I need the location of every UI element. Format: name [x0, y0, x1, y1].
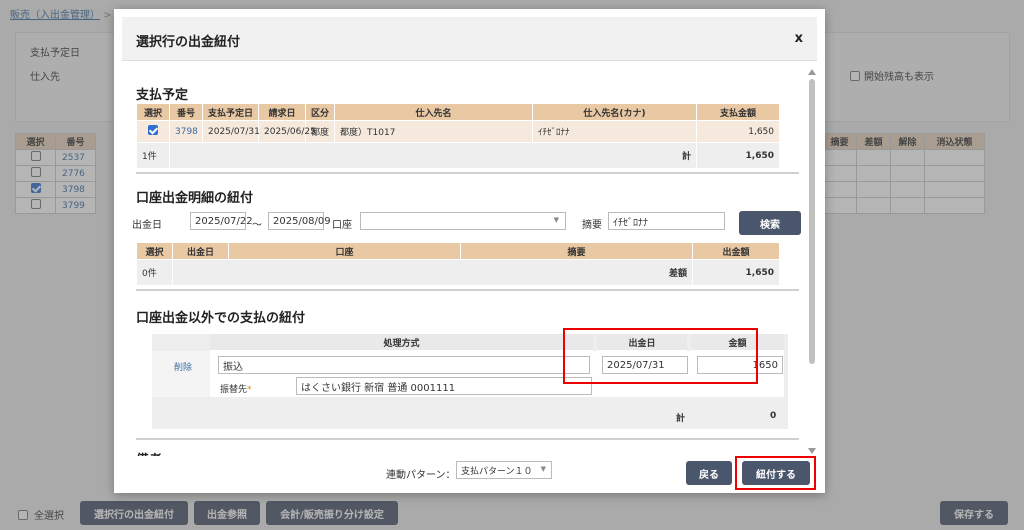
- col-select: 選択: [136, 103, 170, 121]
- schedule-section-title: 支払予定: [136, 88, 189, 103]
- col-memo: 摘要: [460, 242, 693, 260]
- link-modal: 選択行の出金紐付 x 支払予定 選択 番号 支払予定日 請求日 区分 仕入先名 …: [114, 9, 825, 493]
- date-from-input[interactable]: 2025/07/22: [190, 212, 253, 230]
- dest-input[interactable]: はくさい銀行 新宿 普通 0001111: [296, 377, 592, 395]
- col-account: 口座: [228, 242, 461, 260]
- col-vendor: 仕入先名: [334, 103, 533, 121]
- date-to-input[interactable]: 2025/08/09: [268, 212, 331, 230]
- schedule-count: 1件: [136, 142, 170, 169]
- col-vendor-kana: 仕入先名(カナ): [532, 103, 697, 121]
- scroll-up-icon[interactable]: [808, 69, 816, 75]
- col-number: 番号: [169, 103, 203, 121]
- other-section-title: 口座出金以外での支払の紐付: [136, 311, 306, 326]
- account-summary-row: 0件 差額 1,650: [136, 259, 780, 286]
- col-amount: 支払金額: [696, 103, 780, 121]
- memo-input[interactable]: ｲﾁｾﾞﾛﾅﾅ: [608, 212, 725, 230]
- row-amount: 1,650: [696, 120, 780, 143]
- withdraw-date-label: 出金日: [132, 220, 162, 231]
- account-section-title: 口座出金明細の紐付: [136, 191, 254, 206]
- modal-title: 選択行の出金紐付: [136, 35, 241, 50]
- row-vendor-kana: ｲﾁｾﾞﾛﾅﾅ: [532, 120, 697, 143]
- back-button[interactable]: 戻る: [686, 461, 732, 485]
- col-select: 選択: [136, 242, 173, 260]
- notes-section-title: 備考: [136, 449, 162, 456]
- pattern-select[interactable]: 支払パターン１０: [456, 461, 552, 479]
- schedule-total-label: 計: [169, 142, 697, 169]
- account-count: 0件: [136, 259, 173, 286]
- account-select[interactable]: [360, 212, 566, 230]
- scrollbar[interactable]: [807, 69, 817, 454]
- account-table: 選択 出金日 口座 摘要 出金額 0件 差額 1,650: [136, 242, 780, 286]
- modal-header: 選択行の出金紐付 x: [122, 17, 817, 61]
- col-pay-date: 支払予定日: [202, 103, 259, 121]
- row-invoice-date: 2025/06/25: [258, 120, 316, 143]
- method-input[interactable]: 振込: [218, 356, 590, 374]
- scroll-down-icon[interactable]: [808, 448, 816, 454]
- section-divider: [136, 289, 799, 291]
- delete-cell: [152, 351, 210, 397]
- other-total: 0: [770, 411, 777, 421]
- highlight-box: [735, 456, 816, 490]
- close-icon[interactable]: x: [795, 31, 803, 46]
- col-invoice-date: 請求日: [258, 103, 306, 121]
- col-withdraw-amount: 出金額: [692, 242, 780, 260]
- col-withdraw-date: 出金日: [172, 242, 229, 260]
- other-total-label: 計: [676, 414, 686, 424]
- schedule-summary-row: 1件 計 1,650: [136, 142, 780, 169]
- row-vendor: 都度）T1017: [334, 120, 533, 143]
- section-divider: [136, 438, 799, 440]
- row-pay-date: 2025/07/31: [202, 120, 260, 143]
- schedule-table: 選択 番号 支払予定日 請求日 区分 仕入先名 仕入先名(カナ) 支払金額 37…: [136, 103, 780, 169]
- account-label: 口座: [332, 220, 352, 231]
- delete-link[interactable]: 削除: [174, 360, 192, 373]
- section-divider: [136, 172, 799, 174]
- col-method: 処理方式: [210, 334, 593, 351]
- row-number-link[interactable]: 3798: [175, 127, 198, 137]
- dest-label-text: 振替先: [220, 385, 248, 395]
- diff-label: 差額: [172, 259, 693, 286]
- dest-label: 振替先*: [220, 382, 252, 395]
- modal-footer: 連動パターン： 支払パターン１０ 戻る 紐付する: [114, 456, 825, 493]
- required-mark: *: [247, 385, 252, 395]
- highlight-box: [563, 328, 758, 384]
- diff-value: 1,650: [692, 259, 780, 286]
- pattern-label: 連動パターン：: [386, 470, 456, 481]
- row-checkbox[interactable]: [148, 125, 158, 135]
- search-button[interactable]: 検索: [739, 211, 801, 235]
- col-kubun: 区分: [305, 103, 335, 121]
- tilde: ～: [252, 220, 262, 231]
- schedule-total: 1,650: [696, 142, 780, 169]
- scroll-thumb[interactable]: [809, 79, 815, 364]
- table-row[interactable]: 3798 2025/07/31 2025/06/25 都度 都度）T1017 ｲ…: [136, 120, 780, 143]
- modal-body: 支払予定 選択 番号 支払予定日 請求日 区分 仕入先名 仕入先名(カナ) 支払…: [122, 61, 807, 456]
- memo-label: 摘要: [582, 220, 602, 231]
